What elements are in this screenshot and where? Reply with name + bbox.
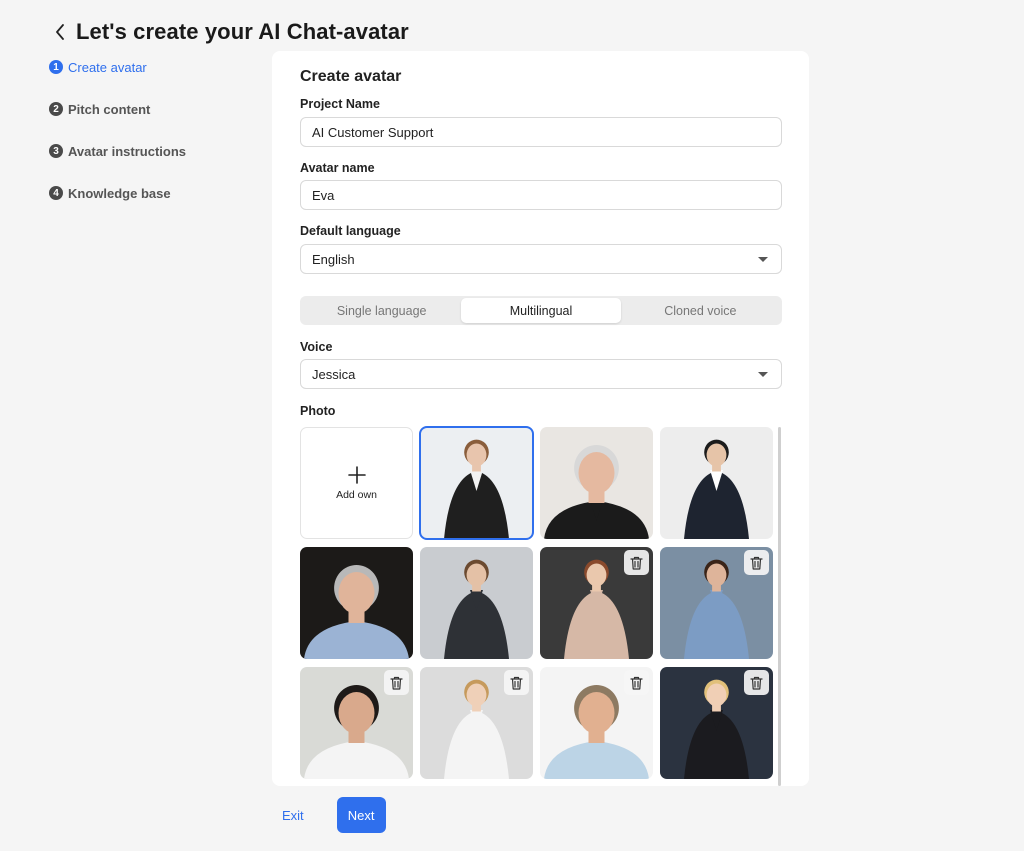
avatar-photo-woman-dark-bg[interactable] (660, 667, 773, 779)
avatar-name-input[interactable]: Eva (300, 180, 782, 210)
step-number: 3 (49, 144, 63, 158)
delete-photo-button[interactable] (744, 550, 769, 575)
avatar-portrait (444, 439, 509, 539)
trash-icon (390, 676, 403, 690)
avatar-photo-woman-glasses[interactable] (540, 547, 653, 659)
card-title: Create avatar (300, 68, 402, 85)
chevron-left-icon (56, 24, 64, 40)
default-language-value: English (312, 251, 355, 267)
step-number: 1 (49, 60, 63, 74)
project-name-label: Project Name (300, 97, 380, 111)
step-label: Knowledge base (68, 185, 171, 201)
steps-sidebar: 1 Create avatar 2 Pitch content 3 Avatar… (49, 58, 186, 226)
voice-select[interactable]: Jessica (300, 359, 782, 389)
avatar-portrait (684, 439, 749, 539)
delete-photo-button[interactable] (744, 670, 769, 695)
page-header: Let's create your AI Chat-avatar (50, 18, 409, 46)
avatar-photo-woman-blonde[interactable] (420, 667, 533, 779)
step-avatar-instructions[interactable]: 3 Avatar instructions (49, 142, 186, 160)
step-number: 4 (49, 186, 63, 200)
chevron-down-icon (758, 257, 768, 262)
next-button[interactable]: Next (336, 797, 386, 833)
delete-photo-button[interactable] (624, 550, 649, 575)
delete-photo-button[interactable] (504, 670, 529, 695)
trash-icon (630, 676, 643, 690)
footer-actions: Exit Next (272, 797, 386, 833)
avatar-portrait (544, 445, 649, 539)
voice-mode-multilingual[interactable]: Multilingual (461, 298, 621, 323)
avatar-photo-woman-lake[interactable] (660, 547, 773, 659)
avatar-photo-woman-scifi-suit[interactable] (420, 547, 533, 659)
voice-mode-single-language[interactable]: Single language (302, 298, 461, 323)
add-own-photo-button[interactable]: Add own (300, 427, 413, 539)
step-pitch-content[interactable]: 2 Pitch content (49, 100, 186, 118)
default-language-select[interactable]: English (300, 244, 782, 274)
default-language-label: Default language (300, 224, 401, 238)
voice-mode-cloned-voice[interactable]: Cloned voice (621, 298, 780, 323)
step-knowledge-base[interactable]: 4 Knowledge base (49, 184, 186, 202)
photo-grid: Add own (300, 426, 782, 786)
plus-icon (347, 466, 366, 484)
project-name-value: AI Customer Support (312, 124, 434, 140)
page-title: Let's create your AI Chat-avatar (76, 19, 409, 44)
photo-label: Photo (300, 404, 336, 418)
project-name-input[interactable]: AI Customer Support (300, 117, 782, 147)
voice-mode-toggle: Single language Multilingual Cloned voic… (300, 296, 782, 325)
exit-button[interactable]: Exit (272, 800, 314, 831)
voice-value: Jessica (312, 366, 356, 382)
back-button[interactable] (50, 18, 70, 46)
trash-icon (750, 676, 763, 690)
trash-icon (750, 556, 763, 570)
avatar-portrait (444, 559, 509, 659)
delete-photo-button[interactable] (624, 670, 649, 695)
step-create-avatar[interactable]: 1 Create avatar (49, 58, 186, 76)
delete-photo-button[interactable] (384, 670, 409, 695)
avatar-portrait (304, 565, 409, 659)
photo-grid-scrollbar[interactable] (778, 427, 781, 786)
avatar-photo-woman-black-blazer[interactable] (419, 426, 534, 540)
voice-label: Voice (300, 340, 333, 354)
trash-icon (630, 556, 643, 570)
add-own-label: Add own (336, 489, 377, 501)
create-avatar-card: Create avatar Project Name AI Customer S… (272, 51, 809, 786)
avatar-photo-man-black-tshirt[interactable] (540, 427, 653, 539)
trash-icon (510, 676, 523, 690)
step-label: Create avatar (68, 59, 147, 75)
avatar-photo-woman-suit[interactable] (660, 427, 773, 539)
step-number: 2 (49, 102, 63, 116)
avatar-photo-man-white-shirt[interactable] (300, 667, 413, 779)
avatar-photo-man-blue-shirt-dark[interactable] (300, 547, 413, 659)
step-label: Avatar instructions (68, 143, 186, 159)
avatar-name-label: Avatar name (300, 161, 375, 175)
avatar-name-value: Eva (312, 187, 335, 203)
avatar-photo-man-passport[interactable] (540, 667, 653, 779)
chevron-down-icon (758, 372, 768, 377)
step-label: Pitch content (68, 101, 151, 117)
